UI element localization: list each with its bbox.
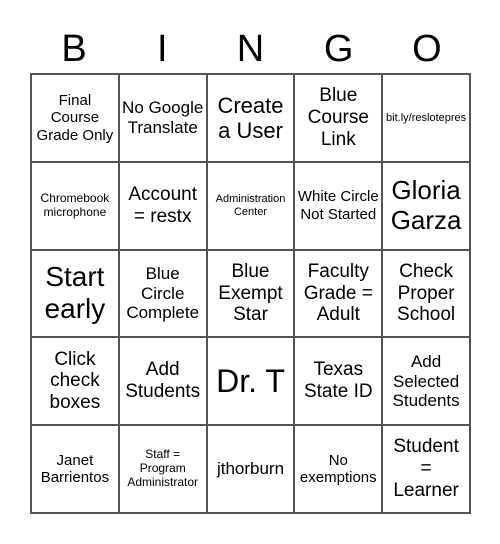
bingo-cell[interactable]: jthorburn xyxy=(206,425,295,513)
bingo-cell[interactable]: Janet Barrientos xyxy=(31,425,119,513)
bingo-cell[interactable]: Add Selected Students xyxy=(382,337,470,426)
bingo-cell[interactable]: Staff = Program Administrator xyxy=(118,425,207,513)
bingo-cell[interactable]: Student = Learner xyxy=(382,425,470,513)
bingo-cell[interactable]: bit.ly/reslotepres xyxy=(382,74,470,162)
bingo-cell[interactable]: Blue Exempt Star xyxy=(206,249,295,338)
bingo-cell[interactable]: Account = restx xyxy=(118,161,207,250)
bingo-cell[interactable]: Create a User xyxy=(206,74,295,162)
bingo-cell[interactable]: Gloria Garza xyxy=(382,161,470,250)
header-letter-n: N xyxy=(236,28,265,70)
bingo-cell[interactable]: Add Students xyxy=(118,337,207,426)
bingo-cell[interactable]: Click check boxes xyxy=(31,337,119,426)
bingo-cell[interactable]: White Circle Not Started xyxy=(294,161,383,250)
bingo-cell[interactable]: Texas State ID xyxy=(294,337,383,426)
bingo-cell[interactable]: Check Proper School xyxy=(382,249,470,338)
bingo-cell[interactable]: Dr. T xyxy=(206,337,295,426)
bingo-cell[interactable]: Chromebook microphone xyxy=(31,161,119,250)
header-letter-o: O xyxy=(412,28,442,70)
bingo-cell[interactable]: Final Course Grade Only xyxy=(31,74,119,162)
bingo-cell[interactable]: Administration Center xyxy=(206,161,295,250)
header-letter-g: G xyxy=(323,28,354,70)
header-letter-i: I xyxy=(157,28,168,70)
bingo-cell[interactable]: No exemptions xyxy=(294,425,383,513)
bingo-cell[interactable]: Blue Circle Complete xyxy=(118,249,207,338)
bingo-cell[interactable]: Blue Course Link xyxy=(294,74,383,162)
bingo-card-grid: Final Course Grade Only No Google Transl… xyxy=(30,73,471,514)
bingo-cell[interactable]: No Google Translate xyxy=(118,74,207,162)
bingo-cell[interactable]: Faculty Grade = Adult xyxy=(294,249,383,338)
bingo-cell[interactable]: Start early xyxy=(31,249,119,338)
header-letter-b: B xyxy=(61,28,87,70)
bingo-header: B I N G O xyxy=(30,24,471,74)
